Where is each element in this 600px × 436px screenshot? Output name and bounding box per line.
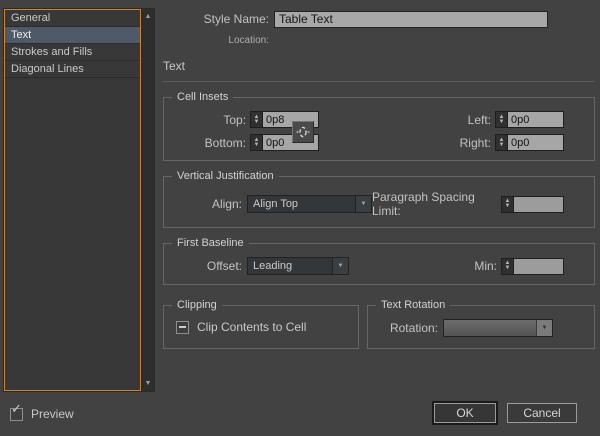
top-inset-label: Top: xyxy=(223,112,246,127)
dialog-buttons: OK Cancel xyxy=(434,403,577,423)
clip-contents-label: Clip Contents to Cell xyxy=(197,320,307,334)
cell-insets-row-1: Top: ▲▼ Left: ▲▼ xyxy=(176,111,564,128)
chevron-down-icon[interactable]: ▼ xyxy=(536,320,552,336)
paragraph-spacing-limit-field[interactable] xyxy=(514,195,564,213)
cell-insets-group: Cell Insets Top: ▲▼ Left: ▲▼ Bottom: ▲▼ … xyxy=(163,91,595,161)
min-field[interactable] xyxy=(514,257,564,275)
clipping-legend: Clipping xyxy=(172,299,222,311)
make-all-settings-same-icon xyxy=(296,126,310,138)
min-stepper[interactable]: ▲ ▼ xyxy=(501,257,514,275)
sidebar-item-text[interactable]: Text xyxy=(5,27,140,44)
offset-label: Offset: xyxy=(206,259,242,273)
align-dropdown[interactable]: Align Top ▼ xyxy=(247,195,372,213)
first-baseline-legend: First Baseline xyxy=(172,237,249,249)
right-inset-field[interactable] xyxy=(508,134,564,151)
category-listbox[interactable]: General Text Strokes and Fills Diagonal … xyxy=(4,9,141,391)
scroll-up-icon[interactable]: ▲ xyxy=(145,13,152,20)
sidebar-item-diagonal-lines[interactable]: Diagonal Lines xyxy=(5,61,140,78)
preview-checkbox[interactable]: ✓ xyxy=(10,401,23,421)
vertical-justification-group: Vertical Justification Align: Align Top … xyxy=(163,170,595,228)
top-inset-stepper[interactable]: ▲ ▼ xyxy=(250,111,263,128)
indeterminate-dash-icon xyxy=(179,325,186,328)
right-inset-stepper[interactable]: ▲ ▼ xyxy=(495,134,508,151)
left-inset-label: Left: xyxy=(467,112,491,127)
left-inset-stepper[interactable]: ▲ ▼ xyxy=(495,111,508,128)
cell-insets-legend: Cell Insets xyxy=(172,91,234,103)
offset-dropdown[interactable]: Leading ▼ xyxy=(247,257,349,275)
sidebar-item-general[interactable]: General xyxy=(5,10,140,27)
sidebar-item-strokes-and-fills[interactable]: Strokes and Fills xyxy=(5,44,140,61)
cancel-button[interactable]: Cancel xyxy=(507,403,577,423)
text-rotation-group: Text Rotation Rotation: ▼ xyxy=(367,299,595,349)
bottom-groups: Clipping Clip Contents to Cell Text Rota… xyxy=(163,299,595,349)
dialog-main-panel: Style Name: Location: Text Cell Insets T… xyxy=(163,10,595,349)
stepper-down-icon[interactable]: ▼ xyxy=(254,119,260,125)
chevron-down-icon[interactable]: ▼ xyxy=(332,258,348,274)
clipping-group: Clipping Clip Contents to Cell xyxy=(163,299,359,349)
paragraph-spacing-limit-label: Paragraph Spacing Limit: xyxy=(372,190,475,218)
vertical-justification-legend: Vertical Justification xyxy=(172,170,279,182)
rotation-dropdown-value xyxy=(444,320,536,336)
rotation-row: Rotation: ▼ xyxy=(380,319,584,337)
preview-row: ✓ Preview xyxy=(10,401,74,421)
chevron-down-icon[interactable]: ▼ xyxy=(355,196,371,212)
style-name-input[interactable] xyxy=(274,10,548,28)
section-divider xyxy=(163,81,595,82)
min-label: Min: xyxy=(474,259,497,273)
offset-dropdown-value: Leading xyxy=(253,260,293,272)
rotation-dropdown[interactable]: ▼ xyxy=(443,319,553,337)
check-icon: ✓ xyxy=(11,400,22,416)
stepper-down-icon[interactable]: ▼ xyxy=(505,203,511,209)
make-all-settings-same-button[interactable] xyxy=(292,121,314,143)
preview-label: Preview xyxy=(31,407,74,421)
right-inset-label: Right: xyxy=(459,135,491,150)
stepper-down-icon[interactable]: ▼ xyxy=(505,265,511,271)
first-baseline-row: Offset: Leading ▼ Min: ▲ ▼ xyxy=(176,257,564,275)
bottom-inset-stepper[interactable]: ▲ ▼ xyxy=(250,134,263,151)
scroll-down-icon[interactable]: ▼ xyxy=(145,380,152,387)
clip-contents-row: Clip Contents to Cell xyxy=(176,320,348,334)
cell-insets-row-2: Bottom: ▲▼ Right: ▲▼ xyxy=(176,134,564,151)
stepper-down-icon[interactable]: ▼ xyxy=(499,119,505,125)
stepper-down-icon[interactable]: ▼ xyxy=(499,142,505,148)
ok-button[interactable]: OK xyxy=(434,403,496,423)
rotation-label: Rotation: xyxy=(389,321,438,335)
style-name-row: Style Name: xyxy=(163,10,595,28)
style-name-label: Style Name: xyxy=(203,12,269,26)
left-inset-field[interactable] xyxy=(508,111,564,128)
align-dropdown-value: Align Top xyxy=(253,198,299,210)
text-rotation-legend: Text Rotation xyxy=(376,299,451,311)
bottom-inset-label: Bottom: xyxy=(204,135,246,150)
location-label: Location: xyxy=(228,34,269,46)
category-list-panel: General Text Strokes and Fills Diagonal … xyxy=(3,8,155,392)
clip-contents-checkbox[interactable] xyxy=(176,320,189,334)
stepper-down-icon[interactable]: ▼ xyxy=(254,142,260,148)
align-label: Align: xyxy=(211,197,242,211)
vertical-justification-row: Align: Align Top ▼ Paragraph Spacing Lim… xyxy=(176,190,564,218)
page-title: Text xyxy=(163,59,186,73)
first-baseline-group: First Baseline Offset: Leading ▼ Min: ▲ ▼ xyxy=(163,237,595,285)
list-scrollbar[interactable]: ▲ ▼ xyxy=(141,9,154,391)
location-row: Location: xyxy=(163,34,595,46)
paragraph-spacing-limit-stepper[interactable]: ▲ ▼ xyxy=(501,195,514,213)
